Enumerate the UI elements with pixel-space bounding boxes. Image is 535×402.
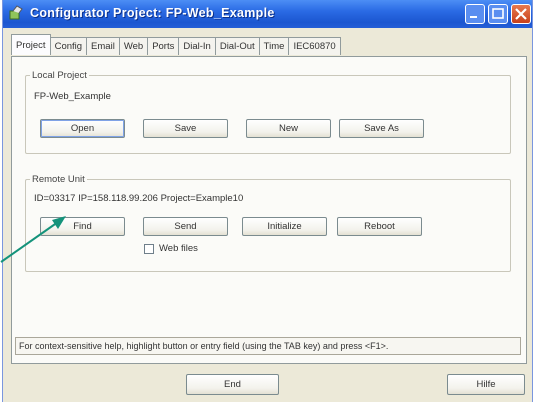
- tab-web[interactable]: Web: [118, 37, 149, 55]
- new-button[interactable]: New: [246, 119, 331, 138]
- initialize-button[interactable]: Initialize: [242, 217, 327, 236]
- help-button[interactable]: Hilfe: [447, 374, 525, 395]
- minimize-icon[interactable]: [465, 4, 485, 24]
- status-help-bar: For context-sensitive help, highlight bu…: [15, 337, 521, 355]
- close-icon[interactable]: [511, 4, 531, 24]
- send-button[interactable]: Send: [143, 217, 228, 236]
- save-button[interactable]: Save: [143, 119, 228, 138]
- maximize-icon[interactable]: [488, 4, 508, 24]
- end-button[interactable]: End: [186, 374, 279, 395]
- tab-dial-out[interactable]: Dial-Out: [214, 37, 260, 55]
- tab-project[interactable]: Project: [11, 34, 51, 55]
- web-files-checkbox[interactable]: [144, 244, 154, 254]
- tab-ports[interactable]: Ports: [147, 37, 180, 55]
- web-files-label: Web files: [159, 243, 198, 254]
- tab-iec60870[interactable]: IEC60870: [288, 37, 341, 55]
- reboot-button[interactable]: Reboot: [337, 217, 422, 236]
- tab-time[interactable]: Time: [258, 37, 290, 55]
- save-as-button[interactable]: Save As: [339, 119, 424, 138]
- tab-dial-in[interactable]: Dial-In: [178, 37, 216, 55]
